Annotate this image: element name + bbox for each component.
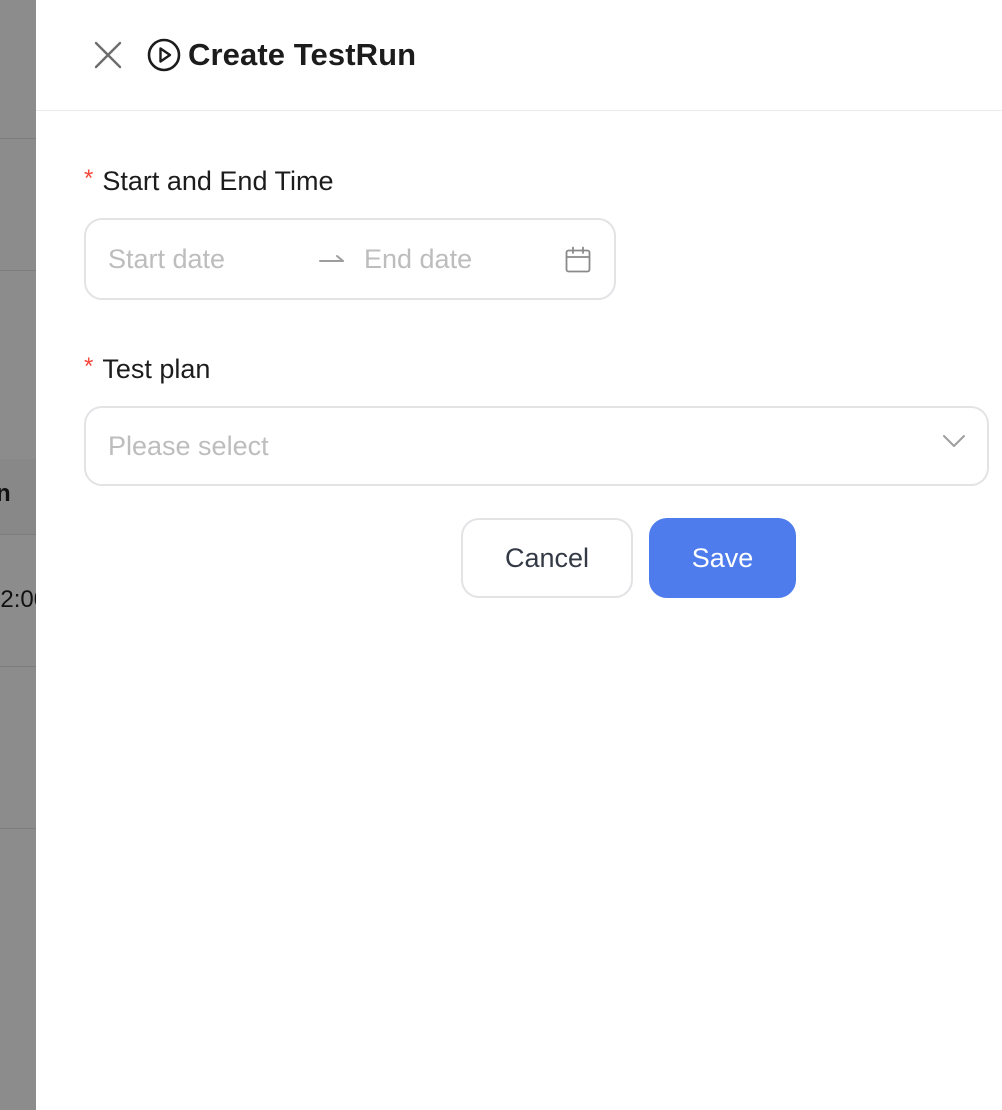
save-button[interactable]: Save <box>649 518 796 598</box>
app-root: Action 02:00 Cre <box>0 0 1002 1110</box>
close-button[interactable] <box>90 37 126 73</box>
create-testrun-drawer: Create TestRun * Start and End Time Star… <box>36 0 1002 1110</box>
test-plan-select-placeholder: Please select <box>108 430 269 461</box>
drawer-header: Create TestRun <box>36 0 1002 111</box>
drawer-title-text: Create TestRun <box>188 37 417 72</box>
chevron-down-icon <box>941 428 967 454</box>
calendar-icon[interactable] <box>564 246 592 274</box>
start-date-input[interactable] <box>108 220 298 298</box>
required-mark: * <box>84 353 94 380</box>
drawer-title: Create TestRun <box>147 34 416 76</box>
test-plan-field-label: * Test plan <box>84 352 210 386</box>
close-icon <box>94 41 122 69</box>
date-range-picker[interactable] <box>84 218 616 300</box>
time-field-label: * Start and End Time <box>84 164 333 198</box>
required-mark: * <box>84 165 94 192</box>
end-date-input[interactable] <box>364 220 554 298</box>
test-plan-field-label-text: Test plan <box>102 353 211 384</box>
cancel-button[interactable]: Cancel <box>461 518 633 598</box>
play-circle-icon <box>147 38 181 72</box>
arrow-right-icon <box>318 246 346 274</box>
time-field-label-text: Start and End Time <box>102 165 334 196</box>
drawer-body: * Start and End Time Start date End date… <box>36 111 1002 1110</box>
test-plan-select[interactable]: Please select <box>84 406 989 486</box>
